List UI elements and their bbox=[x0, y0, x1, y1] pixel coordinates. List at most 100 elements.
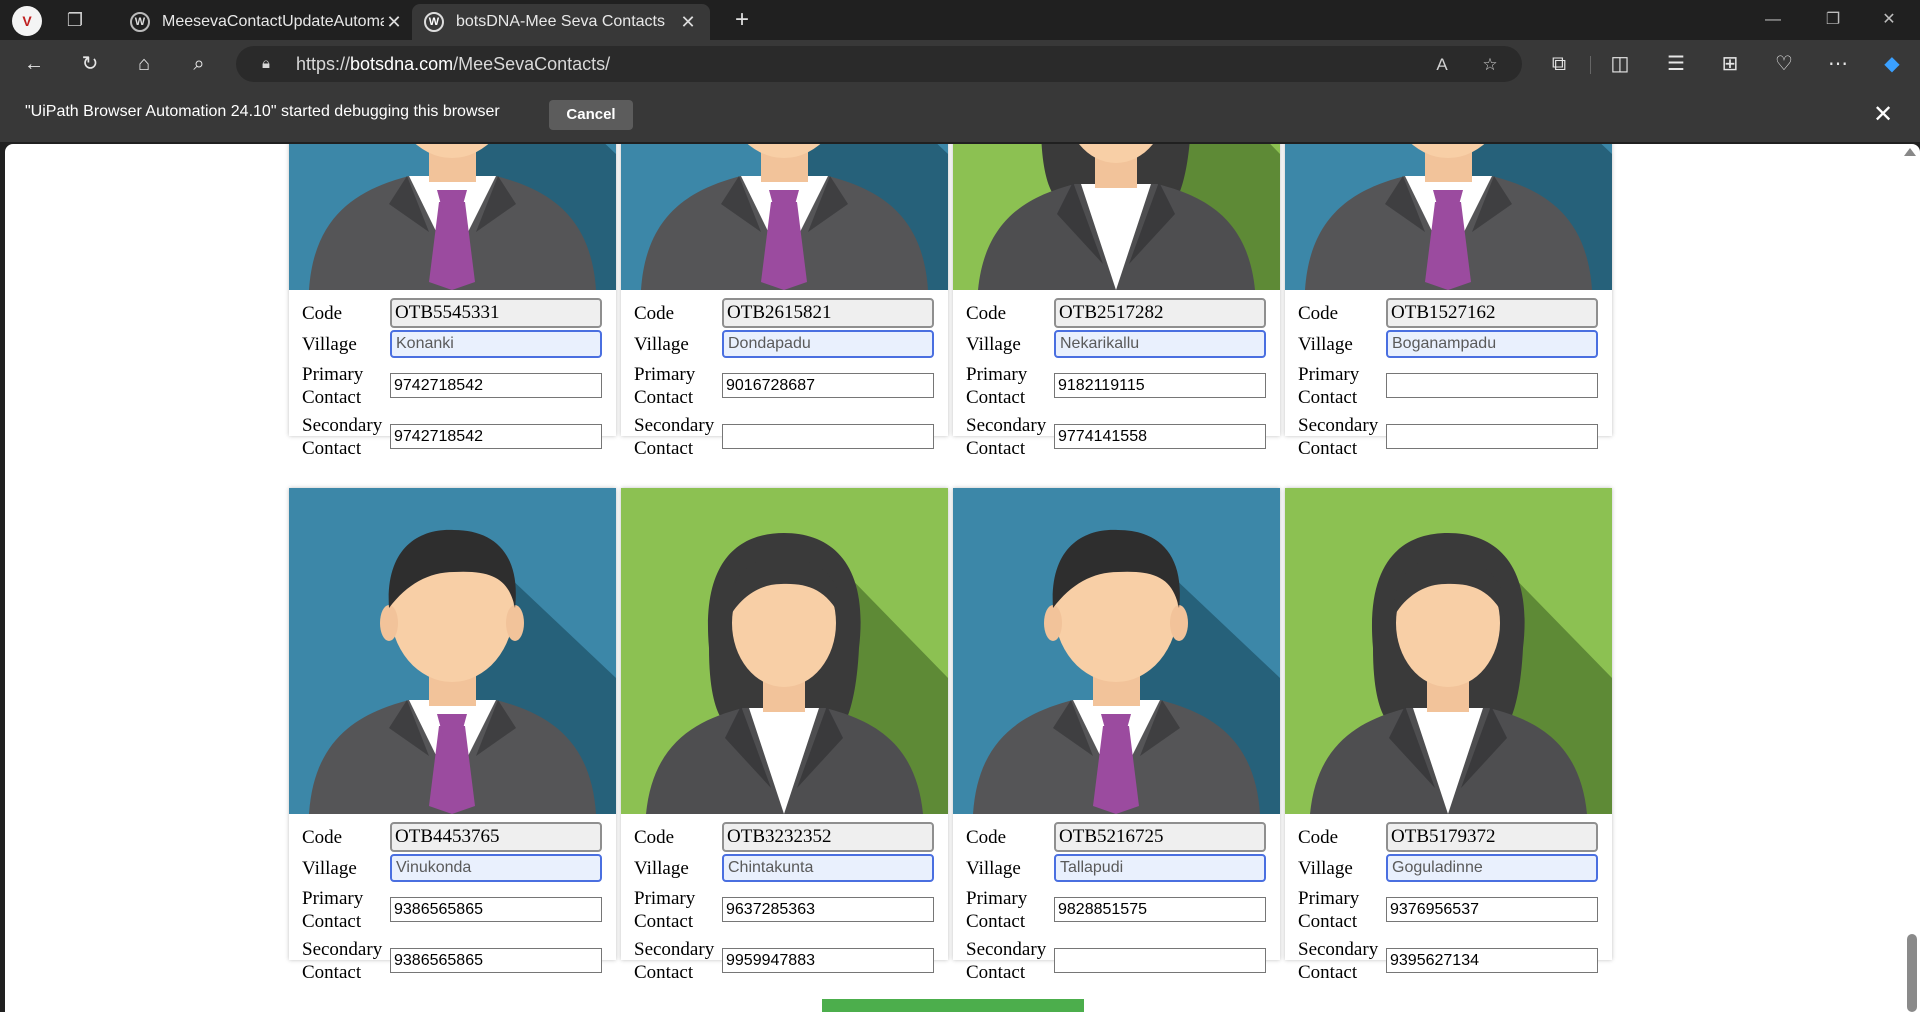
secondary-contact-label: Secondary Contact bbox=[966, 415, 1047, 459]
infobar-close-icon[interactable]: ✕ bbox=[1868, 100, 1898, 130]
code-label: Code bbox=[1298, 303, 1339, 324]
village-field[interactable]: Dondapadu bbox=[722, 330, 934, 358]
secondary-contact-input[interactable] bbox=[722, 424, 934, 449]
secondary-contact-input[interactable]: 9774141558 bbox=[1054, 424, 1266, 449]
cancel-debugging-button[interactable]: Cancel bbox=[549, 100, 633, 130]
window-close-icon[interactable]: ✕ bbox=[1866, 8, 1912, 32]
tab-botsdna-contacts[interactable]: W botsDNA-Mee Seva Contacts ✕ bbox=[412, 4, 710, 40]
secondary-contact-input[interactable]: 9742718542 bbox=[390, 424, 602, 449]
code-field[interactable]: OTB2615821 bbox=[722, 298, 934, 328]
code-field[interactable]: OTB5545331 bbox=[390, 298, 602, 328]
code-field[interactable]: OTB3232352 bbox=[722, 822, 934, 852]
village-field[interactable]: Nekarikallu bbox=[1054, 330, 1266, 358]
village-field[interactable]: Konanki bbox=[390, 330, 602, 358]
toolbar-divider bbox=[1590, 56, 1591, 74]
url-text[interactable]: https://botsdna.com/MeeSevaContacts/ bbox=[296, 54, 610, 75]
secondary-contact-label: Secondary Contact bbox=[1298, 415, 1379, 459]
village-label: Village bbox=[302, 858, 357, 879]
primary-contact-input[interactable]: 9182119115 bbox=[1054, 373, 1266, 398]
village-field[interactable]: Boganampadu bbox=[1386, 330, 1598, 358]
tab-title: MeesevaContactUpdateAutomat bbox=[162, 13, 384, 30]
female-avatar-illustration bbox=[1285, 488, 1612, 814]
minimize-icon[interactable]: — bbox=[1750, 8, 1796, 32]
tab-actions-icon[interactable]: ❐ bbox=[64, 9, 86, 31]
wordpress-icon: W bbox=[424, 12, 444, 32]
wordpress-icon: W bbox=[130, 12, 150, 32]
code-label: Code bbox=[966, 827, 1007, 848]
secondary-contact-label: Secondary Contact bbox=[966, 939, 1047, 983]
primary-contact-input[interactable]: 9016728687 bbox=[722, 373, 934, 398]
primary-contact-input[interactable]: 9828851575 bbox=[1054, 897, 1266, 922]
address-bar[interactable]: 🔒︎ https://botsdna.com/MeeSevaContacts/ … bbox=[236, 46, 1522, 82]
contact-avatar bbox=[1285, 488, 1612, 814]
secondary-contact-label: Secondary Contact bbox=[1298, 939, 1379, 983]
secondary-contact-input[interactable]: 9959947883 bbox=[722, 948, 934, 973]
village-field[interactable]: Chintakunta bbox=[722, 854, 934, 882]
code-field[interactable]: OTB2517282 bbox=[1054, 298, 1266, 328]
new-tab-icon[interactable]: + bbox=[728, 6, 756, 34]
copilot-icon[interactable]: ◆ bbox=[1876, 48, 1908, 80]
female-avatar-illustration bbox=[621, 488, 948, 814]
village-field[interactable]: Vinukonda bbox=[390, 854, 602, 882]
browser-essentials-icon[interactable]: ♡ bbox=[1768, 48, 1800, 80]
primary-contact-label: Primary Contact bbox=[302, 888, 364, 932]
male-avatar-illustration bbox=[289, 488, 616, 814]
back-icon[interactable]: ← bbox=[18, 48, 50, 80]
tab-meeseva-automation[interactable]: W MeesevaContactUpdateAutomat ✕ bbox=[118, 4, 416, 40]
male-avatar-illustration bbox=[289, 144, 616, 290]
code-label: Code bbox=[634, 303, 675, 324]
contact-avatar bbox=[953, 144, 1280, 290]
read-aloud-icon[interactable]: A bbox=[1430, 53, 1454, 77]
restore-icon[interactable]: ❐ bbox=[1810, 8, 1856, 32]
contact-card: Code OTB3232352 Village Chintakunta Prim… bbox=[621, 488, 948, 983]
search-icon[interactable]: ⌕ bbox=[183, 48, 215, 80]
code-field[interactable]: OTB1527162 bbox=[1386, 298, 1598, 328]
contact-avatar bbox=[289, 488, 616, 814]
home-icon[interactable]: ⌂ bbox=[128, 48, 160, 80]
page-viewport: Code OTB5545331 Village Konanki Primary C… bbox=[5, 144, 1920, 1012]
secondary-contact-label: Secondary Contact bbox=[302, 415, 383, 459]
code-field[interactable]: OTB5179372 bbox=[1386, 822, 1598, 852]
code-field[interactable]: OTB5216725 bbox=[1054, 822, 1266, 852]
village-label: Village bbox=[1298, 334, 1353, 355]
secondary-contact-input[interactable]: 9395627134 bbox=[1386, 948, 1598, 973]
contact-avatar bbox=[289, 144, 616, 290]
primary-contact-input[interactable]: 9742718542 bbox=[390, 373, 602, 398]
secondary-contact-input[interactable] bbox=[1386, 424, 1598, 449]
primary-contact-input[interactable]: 9637285363 bbox=[722, 897, 934, 922]
male-avatar-illustration bbox=[621, 144, 948, 290]
favorites-icon[interactable]: ☰ bbox=[1660, 48, 1692, 80]
village-field[interactable]: Goguladinne bbox=[1386, 854, 1598, 882]
primary-contact-input[interactable] bbox=[1386, 373, 1598, 398]
secondary-contact-label: Secondary Contact bbox=[302, 939, 383, 983]
village-label: Village bbox=[966, 334, 1021, 355]
close-tab-icon[interactable]: ✕ bbox=[384, 12, 404, 33]
code-label: Code bbox=[302, 827, 343, 848]
collections-icon[interactable]: ⊞ bbox=[1714, 48, 1746, 80]
male-avatar-illustration bbox=[1285, 144, 1612, 290]
secondary-contact-input[interactable] bbox=[1054, 948, 1266, 973]
secondary-contact-input[interactable]: 9386565865 bbox=[390, 948, 602, 973]
primary-contact-input[interactable]: 9376956537 bbox=[1386, 897, 1598, 922]
code-label: Code bbox=[302, 303, 343, 324]
submit-button[interactable] bbox=[822, 999, 1084, 1012]
lock-icon[interactable]: 🔒︎ bbox=[256, 54, 276, 74]
extensions-icon[interactable]: ⧉ bbox=[1543, 48, 1575, 80]
refresh-icon[interactable]: ↻ bbox=[74, 48, 106, 80]
scrollbar-thumb[interactable] bbox=[1907, 934, 1917, 1012]
code-field[interactable]: OTB4453765 bbox=[390, 822, 602, 852]
code-label: Code bbox=[634, 827, 675, 848]
split-screen-icon[interactable]: ◫ bbox=[1604, 48, 1636, 80]
more-options-icon[interactable]: ⋯ bbox=[1822, 48, 1854, 80]
village-label: Village bbox=[966, 858, 1021, 879]
infobar-message: "UiPath Browser Automation 24.10" starte… bbox=[25, 103, 500, 120]
scroll-up-arrow[interactable] bbox=[1904, 148, 1916, 156]
tab-title: botsDNA-Mee Seva Contacts bbox=[456, 13, 665, 30]
favorite-star-icon[interactable]: ☆ bbox=[1478, 53, 1502, 77]
primary-contact-label: Primary Contact bbox=[966, 888, 1028, 932]
primary-contact-input[interactable]: 9386565865 bbox=[390, 897, 602, 922]
close-tab-icon[interactable]: ✕ bbox=[678, 12, 698, 33]
village-field[interactable]: Tallapudi bbox=[1054, 854, 1266, 882]
secondary-contact-label: Secondary Contact bbox=[634, 415, 715, 459]
profile-avatar[interactable]: V bbox=[12, 6, 42, 36]
